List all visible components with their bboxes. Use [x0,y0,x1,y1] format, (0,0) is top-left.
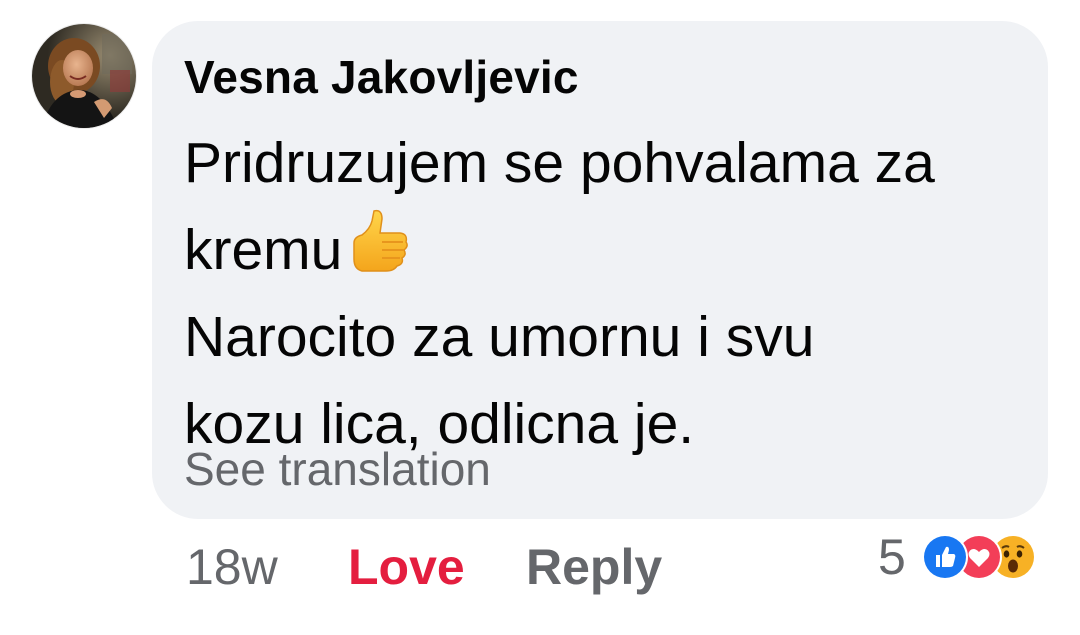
comment-line: kremu [184,207,1024,294]
comment-text: Pridruzujem se pohvalama za kremu Naroci… [184,120,1024,468]
like-icon [922,534,968,580]
reaction-count: 5 [878,529,906,585]
comment-line: Narocito za umornu i svu [184,305,815,369]
comment-author[interactable]: Vesna Jakovljevic [184,50,579,104]
love-button[interactable]: Love [348,538,465,596]
reactions-summary[interactable]: 5 [878,528,1058,588]
see-translation-link[interactable]: See translation [184,442,491,496]
reply-button[interactable]: Reply [526,538,662,596]
comment-timestamp[interactable]: 18w [186,538,278,596]
avatar[interactable] [32,24,136,128]
comment-line: Pridruzujem se pohvalama za [184,131,935,195]
thumbs-up-icon [348,207,410,277]
